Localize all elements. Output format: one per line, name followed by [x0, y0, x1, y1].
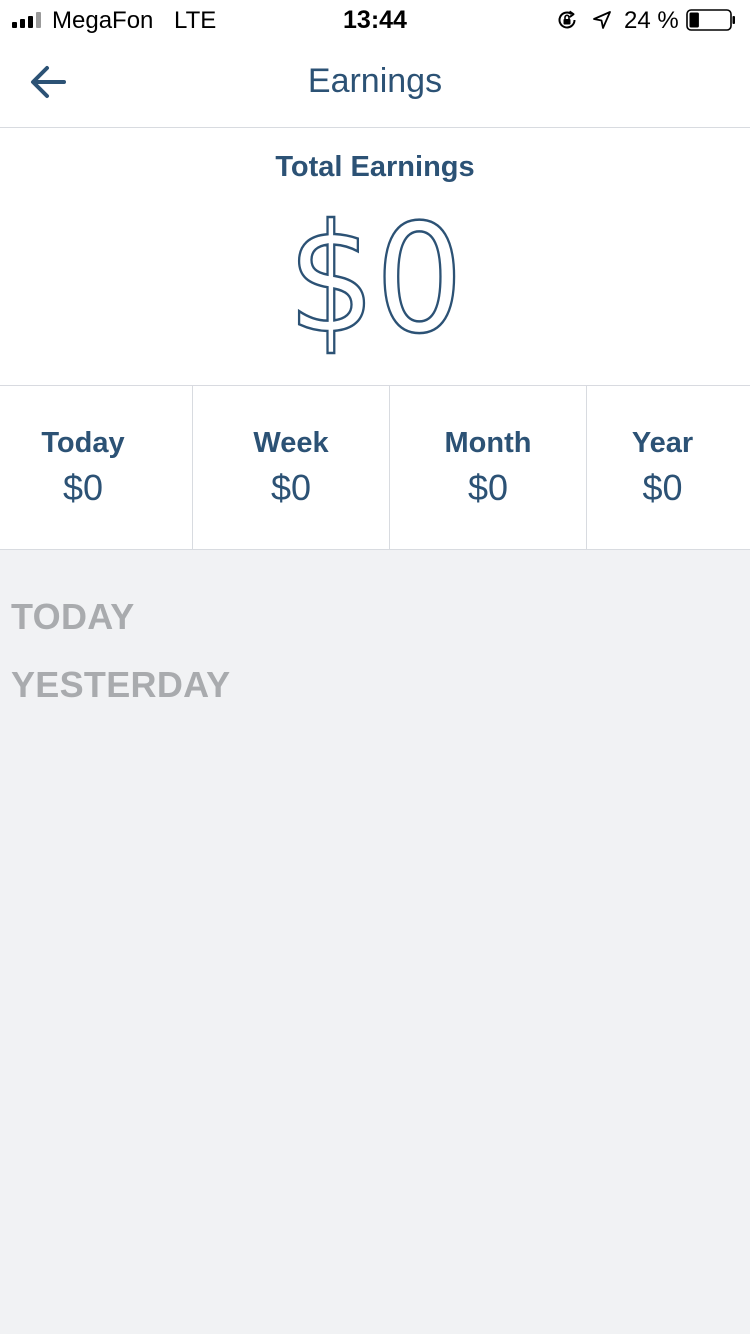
period-value: $0 — [62, 467, 104, 508]
period-month[interactable]: Month $0 — [390, 386, 587, 549]
total-earnings-amount: $0 — [286, 193, 464, 367]
total-earnings-label: Total Earnings — [275, 151, 475, 183]
page-title: Earnings — [307, 62, 443, 100]
period-label: Today — [41, 427, 125, 459]
period-value: $0 — [642, 467, 683, 508]
status-bar: MegaFon LTE 13:44 24 % — [0, 0, 750, 40]
earnings-history: TODAY YESTERDAY — [0, 550, 750, 1334]
back-button[interactable] — [20, 56, 76, 108]
battery-icon — [686, 9, 735, 31]
back-arrow-icon — [31, 66, 66, 98]
orientation-lock-icon — [558, 10, 576, 29]
period-today[interactable]: Today $0 — [0, 386, 193, 549]
battery-percentage: 24 % — [624, 7, 679, 34]
navigation-header: Earnings — [0, 40, 750, 128]
period-value: $0 — [467, 467, 509, 508]
location-arrow-icon — [593, 11, 611, 29]
period-label: Week — [253, 427, 329, 459]
period-label: Year — [631, 427, 694, 459]
section-heading-yesterday: YESTERDAY — [11, 664, 231, 705]
period-label: Month — [444, 427, 532, 459]
section-heading-today: TODAY — [11, 596, 135, 637]
period-week[interactable]: Week $0 — [193, 386, 390, 549]
period-value: $0 — [270, 467, 312, 508]
period-summary: Today $0 Week $0 Month $0 Year $0 — [0, 386, 750, 550]
total-earnings-card: Total Earnings $0 — [0, 128, 750, 386]
period-year[interactable]: Year $0 — [587, 386, 750, 549]
